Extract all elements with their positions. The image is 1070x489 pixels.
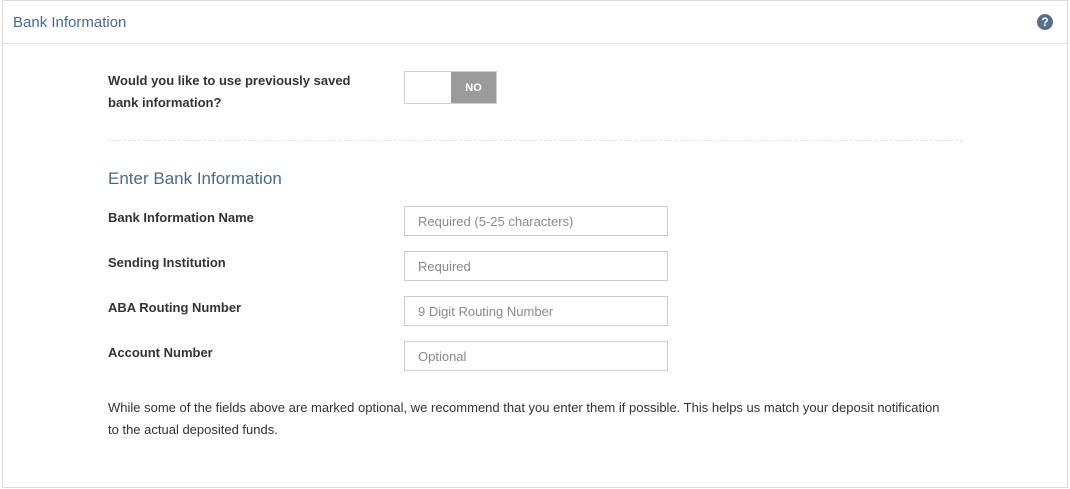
- toggle-state-label: NO: [451, 72, 496, 103]
- section-divider: [108, 140, 963, 141]
- aba-routing-input[interactable]: [404, 296, 668, 326]
- panel-title: Bank Information: [13, 13, 127, 31]
- aba-routing-label: ABA Routing Number: [108, 300, 242, 315]
- saved-info-row: Would you like to use previously saved b…: [108, 44, 963, 140]
- toggle-knob[interactable]: [405, 72, 451, 103]
- sending-institution-label: Sending Institution: [108, 255, 226, 270]
- bank-form: Bank Information Name Sending Institutio…: [108, 206, 963, 386]
- saved-info-question: Would you like to use previously saved b…: [108, 73, 351, 110]
- form-row-account-number: Account Number: [108, 341, 963, 386]
- panel-header: Bank Information ?: [3, 1, 1067, 44]
- form-row-aba-routing: ABA Routing Number: [108, 296, 963, 341]
- form-row-sending-institution: Sending Institution: [108, 251, 963, 296]
- optional-fields-note: While some of the fields above are marke…: [108, 400, 940, 437]
- enter-bank-info-heading: Enter Bank Information: [108, 169, 282, 188]
- account-number-input[interactable]: [404, 341, 668, 371]
- bank-info-name-label: Bank Information Name: [108, 210, 254, 225]
- help-question-icon[interactable]: ?: [1037, 14, 1053, 30]
- form-row-bank-info-name: Bank Information Name: [108, 206, 963, 251]
- use-saved-toggle[interactable]: NO: [404, 71, 497, 104]
- panel-content: Would you like to use previously saved b…: [108, 44, 963, 441]
- account-number-label: Account Number: [108, 345, 213, 360]
- bank-information-panel: Bank Information ? Would you like to use…: [2, 0, 1068, 488]
- bank-info-name-input[interactable]: [404, 206, 668, 236]
- sending-institution-input[interactable]: [404, 251, 668, 281]
